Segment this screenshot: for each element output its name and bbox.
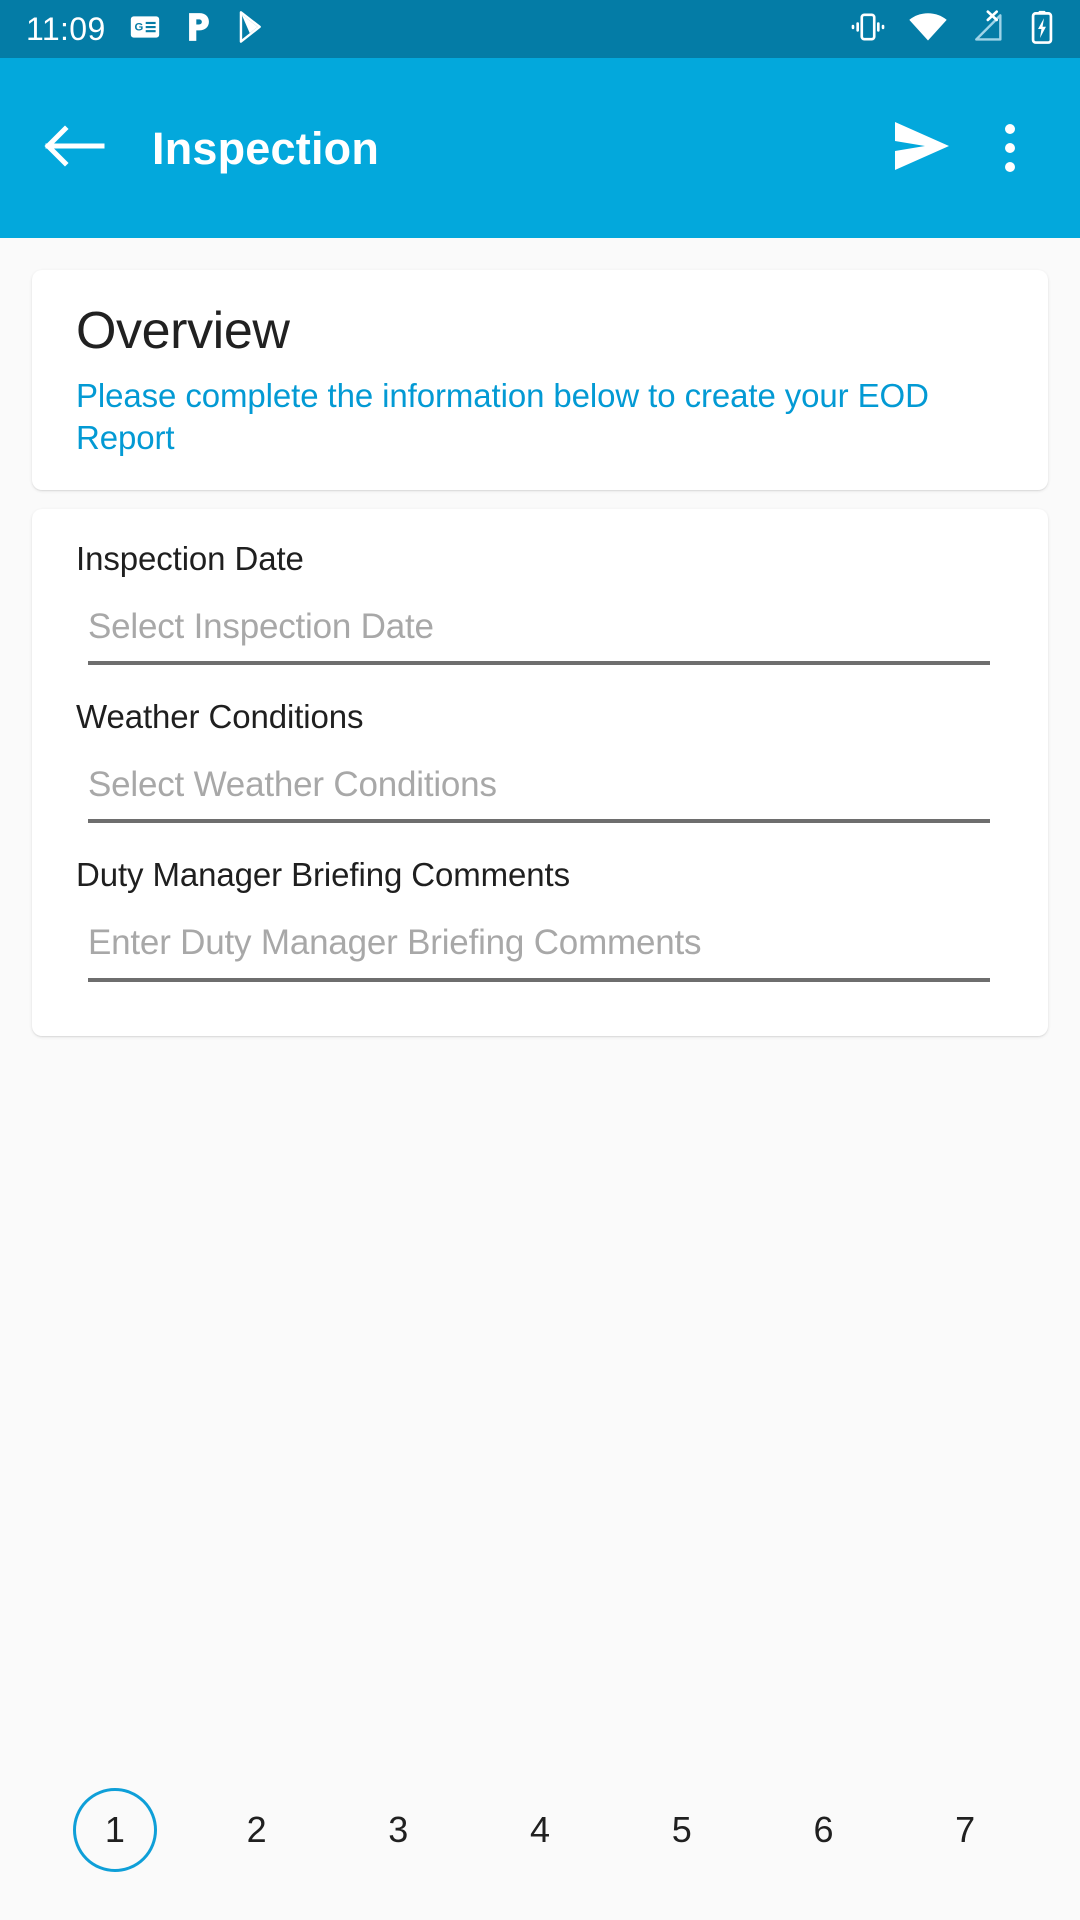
vibrate-mode-icon <box>850 10 886 49</box>
wifi-icon <box>908 10 948 49</box>
overview-subtitle: Please complete the information below to… <box>76 376 929 457</box>
field-label-weather-conditions: Weather Conditions <box>76 698 364 736</box>
inspection-date-input[interactable]: Select Inspection Date <box>88 608 990 666</box>
page-title: Inspection <box>152 122 380 174</box>
play-store-icon <box>236 10 268 49</box>
svg-text:G: G <box>134 21 143 33</box>
weather-conditions-input[interactable]: Select Weather Conditions <box>88 766 990 824</box>
field-duty-manager-briefing-comments: Duty Manager Briefing Comments Enter Dut… <box>76 853 1004 982</box>
field-inspection-date: Inspection Date Select Inspection Date <box>76 537 1004 666</box>
no-cellular-signal-icon <box>970 9 1008 49</box>
status-bar-right <box>850 9 1054 49</box>
page-number-4[interactable]: 4 <box>498 1788 582 1872</box>
status-bar-left: 11:09 G <box>26 10 850 49</box>
app-bar: Inspection <box>0 58 1080 238</box>
page-indicator-2[interactable]: 2 <box>186 1740 328 1920</box>
arrow-left-icon <box>44 123 106 174</box>
page-indicator-5[interactable]: 5 <box>611 1740 753 1920</box>
more-vertical-icon-dot3 <box>1005 162 1015 172</box>
page-number-2[interactable]: 2 <box>215 1788 299 1872</box>
status-clock: 11:09 <box>26 11 106 47</box>
field-label-inspection-date: Inspection Date <box>76 540 304 578</box>
overview-card: Overview Please complete the information… <box>32 270 1048 491</box>
page-indicator-3[interactable]: 3 <box>327 1740 469 1920</box>
form-card: Inspection Date Select Inspection Date W… <box>32 509 1048 1036</box>
page-number-6[interactable]: 6 <box>781 1788 865 1872</box>
duty-manager-briefing-comments-input[interactable]: Enter Duty Manager Briefing Comments <box>88 924 990 982</box>
pagination: 1 2 3 4 5 6 7 <box>0 1740 1080 1920</box>
send-button[interactable] <box>882 113 962 183</box>
field-label-duty-manager-briefing-comments: Duty Manager Briefing Comments <box>76 856 571 894</box>
content-area: Overview Please complete the information… <box>0 238 1080 1920</box>
back-button[interactable] <box>40 113 110 183</box>
field-weather-conditions: Weather Conditions Select Weather Condit… <box>76 695 1004 824</box>
page-indicator-4[interactable]: 4 <box>469 1740 611 1920</box>
overview-title: Overview <box>76 302 290 360</box>
page-number-5[interactable]: 5 <box>640 1788 724 1872</box>
more-vertical-icon-dot2 <box>1005 143 1015 153</box>
page-indicator-1[interactable]: 1 <box>44 1740 186 1920</box>
google-news-icon: G <box>128 10 162 49</box>
page-number-7[interactable]: 7 <box>923 1788 1007 1872</box>
send-icon <box>891 118 953 179</box>
overflow-menu-button[interactable] <box>974 110 1046 186</box>
page-number-3[interactable]: 3 <box>356 1788 440 1872</box>
page-indicator-6[interactable]: 6 <box>753 1740 895 1920</box>
battery-charging-icon <box>1030 10 1054 49</box>
more-vertical-icon <box>1005 124 1015 134</box>
status-bar: 11:09 G <box>0 0 1080 58</box>
page-indicator-7[interactable]: 7 <box>894 1740 1036 1920</box>
page-number-1[interactable]: 1 <box>72 1788 157 1872</box>
pandora-icon <box>184 10 214 49</box>
